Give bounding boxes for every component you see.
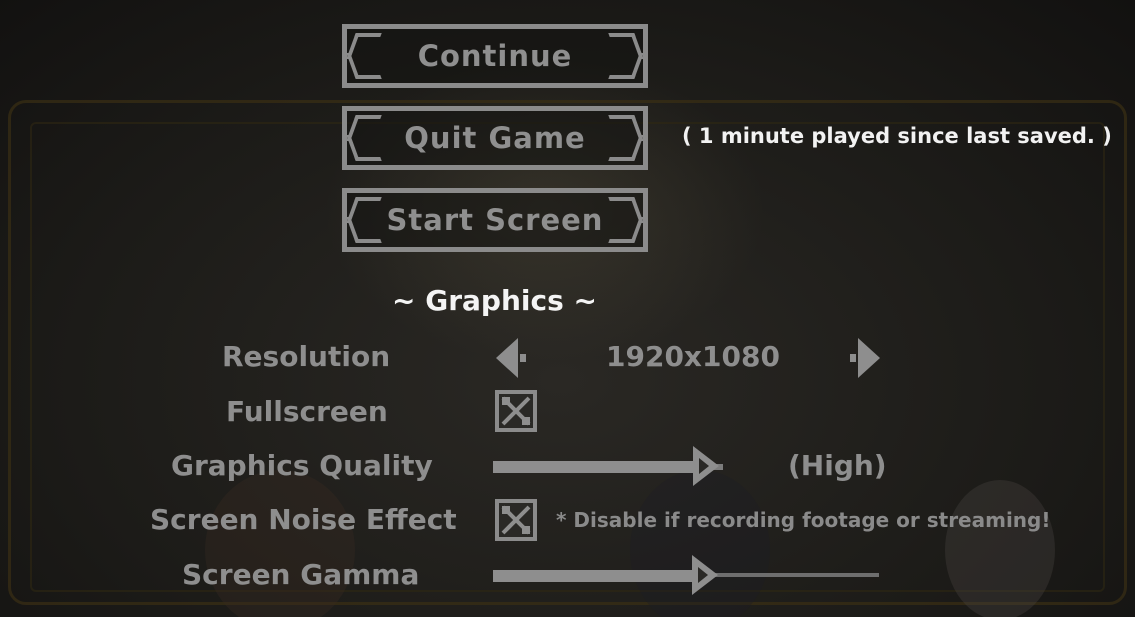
background-character-right [945, 480, 1055, 617]
graphics-quality-label: Graphics Quality [171, 449, 433, 482]
button-corner-ornament [608, 217, 644, 243]
background-character-left [205, 470, 355, 617]
resolution-value: 1920x1080 [606, 340, 780, 373]
screen-gamma-slider-fill [493, 570, 706, 582]
continue-button[interactable]: Continue [342, 24, 648, 88]
button-corner-ornament [346, 53, 382, 79]
button-corner-ornament [608, 135, 644, 161]
checkbox-x-icon [501, 505, 531, 535]
graphics-quality-slider-fill [493, 461, 706, 473]
quit-game-button[interactable]: Quit Game [342, 106, 648, 170]
button-corner-ornament [346, 135, 382, 161]
screen-gamma-slider[interactable] [493, 570, 879, 582]
pause-menu-screen: Continue Quit Game ( 1 minute played sin… [0, 0, 1135, 617]
screen-noise-hint: * Disable if recording footage or stream… [556, 508, 1051, 532]
arrow-right-icon[interactable] [846, 336, 886, 380]
start-screen-button[interactable]: Start Screen [342, 188, 648, 252]
fullscreen-label: Fullscreen [226, 395, 388, 428]
screen-noise-label: Screen Noise Effect [150, 503, 457, 536]
resolution-label: Resolution [222, 340, 391, 373]
graphics-quality-value: (High) [788, 449, 887, 482]
graphics-section-title: ~ Graphics ~ [392, 284, 597, 317]
slider-thumb-icon[interactable] [689, 444, 723, 488]
arrow-left-icon[interactable] [490, 336, 530, 380]
fullscreen-checkbox[interactable] [495, 390, 537, 432]
screen-noise-checkbox[interactable] [495, 499, 537, 541]
last-saved-note: ( 1 minute played since last saved. ) [682, 124, 1112, 148]
continue-button-label: Continue [417, 39, 573, 73]
quit-game-button-label: Quit Game [404, 121, 586, 155]
slider-thumb-icon[interactable] [688, 553, 722, 597]
screen-gamma-label: Screen Gamma [182, 558, 420, 591]
button-corner-ornament [608, 53, 644, 79]
start-screen-button-label: Start Screen [386, 203, 604, 237]
button-corner-ornament [346, 217, 382, 243]
checkbox-x-icon [501, 396, 531, 426]
